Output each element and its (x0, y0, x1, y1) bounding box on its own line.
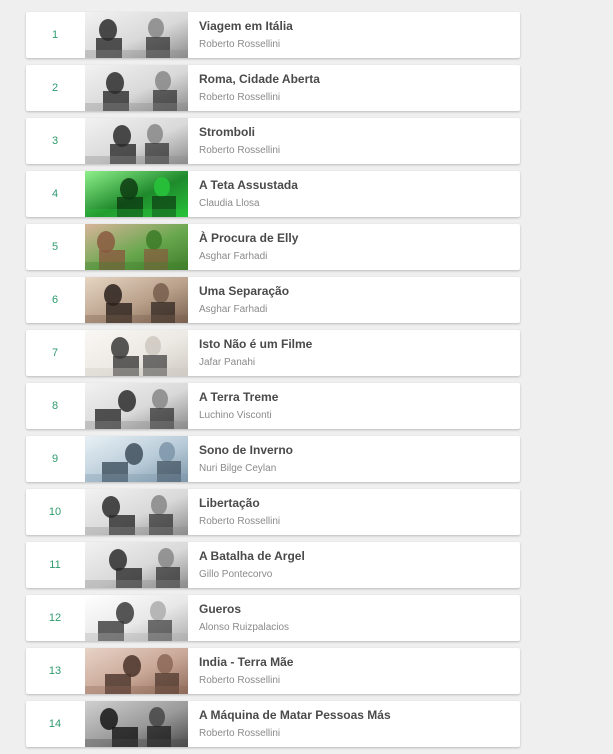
film-title[interactable]: Gueros (199, 602, 241, 616)
film-rank: 8 (51, 400, 59, 412)
film-title[interactable]: India - Terra Mãe (199, 655, 293, 669)
film-title[interactable]: Isto Não é um Filme (199, 337, 312, 351)
film-director: Gillo Pontecorvo (199, 569, 273, 580)
film-title[interactable]: A Teta Assustada (199, 178, 298, 192)
film-rank: 9 (51, 453, 59, 465)
film-director: Roberto Rossellini (199, 516, 281, 527)
film-rank: 11 (49, 559, 61, 571)
film-thumbnail[interactable] (85, 648, 188, 694)
film-thumbnail[interactable] (85, 383, 188, 429)
film-title[interactable]: A Batalha de Argel (199, 549, 305, 563)
film-director: Asghar Farhadi (199, 251, 268, 262)
film-list: 1 Viagem em Itália Roberto Rossellini 2 Roma… (26, 12, 520, 754)
film-director: Luchino Visconti (199, 410, 272, 421)
film-rank: 13 (48, 665, 62, 677)
film-row[interactable]: 8 A Terra Treme Luchino Visconti (26, 383, 520, 429)
film-thumbnail[interactable] (85, 277, 188, 323)
film-director: Alonso Ruizpalacios (199, 622, 290, 633)
film-director: Nuri Bilge Ceylan (199, 463, 277, 474)
film-row[interactable]: 1 Viagem em Itália Roberto Rossellini (26, 12, 520, 58)
film-row[interactable]: 14 A Máquina de Matar Pessoas Más Roberto … (26, 701, 520, 747)
film-title[interactable]: Viagem em Itália (199, 19, 293, 33)
film-row[interactable]: 12 Gueros Alonso Ruizpalacios (26, 595, 520, 641)
film-row[interactable]: 7 Isto Não é um Filme Jafar Panahi (26, 330, 520, 376)
film-thumbnail[interactable] (85, 12, 188, 58)
film-thumbnail[interactable] (85, 542, 188, 588)
film-thumbnail[interactable] (85, 118, 188, 164)
film-title[interactable]: Sono de Inverno (199, 443, 293, 457)
film-director: Roberto Rossellini (199, 675, 281, 686)
film-row[interactable]: 10 Libertação Roberto Rossellini (26, 489, 520, 535)
film-director: Roberto Rossellini (199, 39, 281, 50)
film-thumbnail[interactable] (85, 489, 188, 535)
film-title[interactable]: Libertação (199, 496, 260, 510)
film-director: Jafar Panahi (199, 357, 256, 368)
film-row[interactable]: 5 À Procura de Elly Asghar Farhadi (26, 224, 520, 270)
film-director: Roberto Rossellini (199, 92, 281, 103)
film-rank: 6 (51, 294, 59, 306)
film-director: Asghar Farhadi (199, 304, 268, 315)
film-rank: 5 (51, 241, 59, 253)
film-director: Roberto Rossellini (199, 145, 281, 156)
film-row[interactable]: 9 Sono de Inverno Nuri Bilge Ceylan (26, 436, 520, 482)
film-thumbnail[interactable] (85, 171, 188, 217)
film-title[interactable]: Roma, Cidade Aberta (199, 72, 320, 86)
film-row[interactable]: 2 Roma, Cidade Aberta Roberto Rossellini (26, 65, 520, 111)
film-title[interactable]: Uma Separação (199, 284, 289, 298)
film-rank: 14 (48, 718, 62, 730)
film-thumbnail[interactable] (85, 65, 188, 111)
film-thumbnail[interactable] (85, 224, 188, 270)
film-thumbnail[interactable] (85, 701, 188, 747)
film-thumbnail[interactable] (85, 595, 188, 641)
film-thumbnail[interactable] (85, 330, 188, 376)
film-title[interactable]: A Terra Treme (199, 390, 278, 404)
film-director: Claudia Llosa (199, 198, 260, 209)
film-director: Roberto Rossellini (199, 728, 281, 739)
film-rank: 10 (48, 506, 62, 518)
film-row[interactable]: 4 A Teta Assustada Claudia Llosa (26, 171, 520, 217)
film-rank: 7 (51, 347, 59, 359)
film-rank: 4 (51, 188, 59, 200)
film-row[interactable]: 11 A Batalha de Argel Gillo Pontecorvo (26, 542, 520, 588)
film-thumbnail[interactable] (85, 436, 188, 482)
film-title[interactable]: Stromboli (199, 125, 255, 139)
film-rank: 2 (51, 82, 59, 94)
film-title[interactable]: À Procura de Elly (199, 231, 298, 245)
film-row[interactable]: 3 Stromboli Roberto Rossellini (26, 118, 520, 164)
film-rank: 1 (51, 29, 59, 41)
film-rank: 3 (51, 135, 59, 147)
film-row[interactable]: 6 Uma Separação Asghar Farhadi (26, 277, 520, 323)
film-rank: 12 (48, 612, 62, 624)
film-row[interactable]: 13 India - Terra Mãe Roberto Rossellini (26, 648, 520, 694)
film-title[interactable]: A Máquina de Matar Pessoas Más (199, 708, 391, 722)
